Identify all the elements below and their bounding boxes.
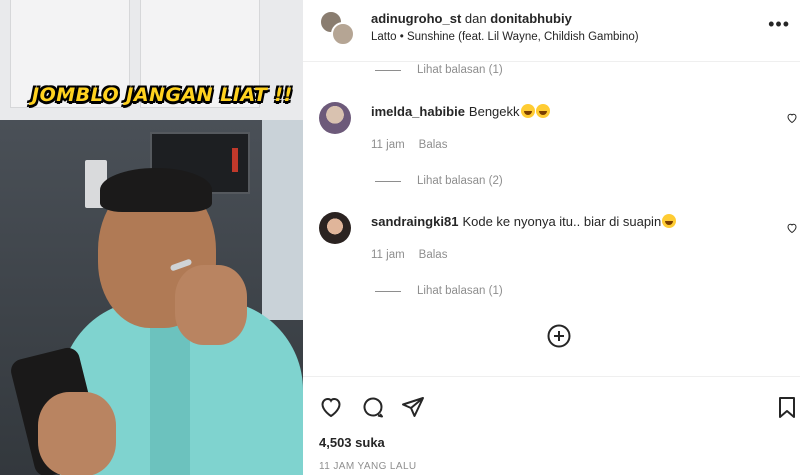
avatar[interactable] [319, 212, 351, 244]
comment-icon[interactable] [361, 395, 385, 419]
view-replies-button[interactable]: Lihat balasan (2) [375, 175, 503, 187]
author-username[interactable]: donitabhubiy [490, 11, 572, 26]
comment-meta: 11 jam Balas [371, 249, 447, 261]
post-header: adinugroho_st dan donitabhubiy Latto • S… [303, 0, 800, 62]
bookmark-icon[interactable] [775, 395, 799, 419]
view-replies-button[interactable]: Lihat balasan (1) [375, 64, 503, 76]
likes-count[interactable]: 4,503 suka [319, 435, 385, 450]
video-caption-overlay: JOMBLO JANGAN LIAT !! [32, 84, 293, 106]
laughing-tears-emoji-icon [535, 104, 550, 118]
comment-meta: 11 jam Balas [371, 139, 447, 151]
view-replies-label: Lihat balasan (2) [417, 175, 503, 187]
avatar[interactable] [331, 22, 355, 46]
person-hand-phone [38, 392, 116, 475]
post-video[interactable]: JOMBLO JANGAN LIAT !! [0, 0, 303, 475]
post-authors: adinugroho_st dan donitabhubiy [371, 11, 572, 26]
post-actions: 4,503 suka 11 JAM YANG LALU [303, 376, 800, 475]
comment-username[interactable]: imelda_habibie [371, 104, 465, 119]
collab-avatars[interactable] [319, 10, 357, 48]
laughing-tears-emoji-icon [520, 104, 535, 118]
replies-divider [375, 290, 401, 292]
more-horizontal-icon[interactable]: ••• [768, 14, 790, 35]
author-username[interactable]: adinugroho_st [371, 11, 461, 26]
reply-button[interactable]: Balas [419, 249, 448, 261]
view-replies-label: Lihat balasan (1) [417, 285, 503, 297]
share-icon[interactable] [401, 395, 425, 419]
comment-body: Kode ke nyonya itu.. biar di suapin [462, 214, 662, 229]
author-connector: dan [464, 11, 487, 26]
microwave-light [232, 148, 238, 172]
replies-divider [375, 69, 401, 71]
view-replies-button[interactable]: Lihat balasan (1) [375, 285, 503, 297]
plus-circle-icon[interactable] [547, 324, 571, 348]
comment-time: 11 jam [371, 139, 405, 151]
comment-text: imelda_habibie Bengekk [371, 104, 550, 119]
replies-divider [375, 180, 401, 182]
avatar[interactable] [319, 102, 351, 134]
heart-icon[interactable] [319, 395, 343, 419]
comment-text: sandraingki81 Kode ke nyonya itu.. biar d… [371, 214, 677, 229]
comment-body: Bengekk [468, 104, 520, 119]
reply-button[interactable]: Balas [419, 139, 448, 151]
comment-username[interactable]: sandraingki81 [371, 214, 458, 229]
comment-time: 11 jam [371, 249, 405, 261]
person-hand [175, 265, 247, 345]
like-comment-heart-icon[interactable] [786, 112, 798, 124]
like-comment-heart-icon[interactable] [786, 222, 798, 234]
view-replies-label: Lihat balasan (1) [417, 64, 503, 76]
post-timestamp[interactable]: 11 JAM YANG LALU [319, 461, 417, 472]
hoodie-zipper [150, 320, 190, 475]
background-window [262, 120, 303, 320]
post-panel: adinugroho_st dan donitabhubiy Latto • S… [303, 0, 800, 475]
laughing-tears-emoji-icon [662, 214, 677, 228]
audio-track[interactable]: Latto • Sunshine (feat. Lil Wayne, Child… [371, 31, 639, 43]
person-hair [100, 168, 212, 212]
